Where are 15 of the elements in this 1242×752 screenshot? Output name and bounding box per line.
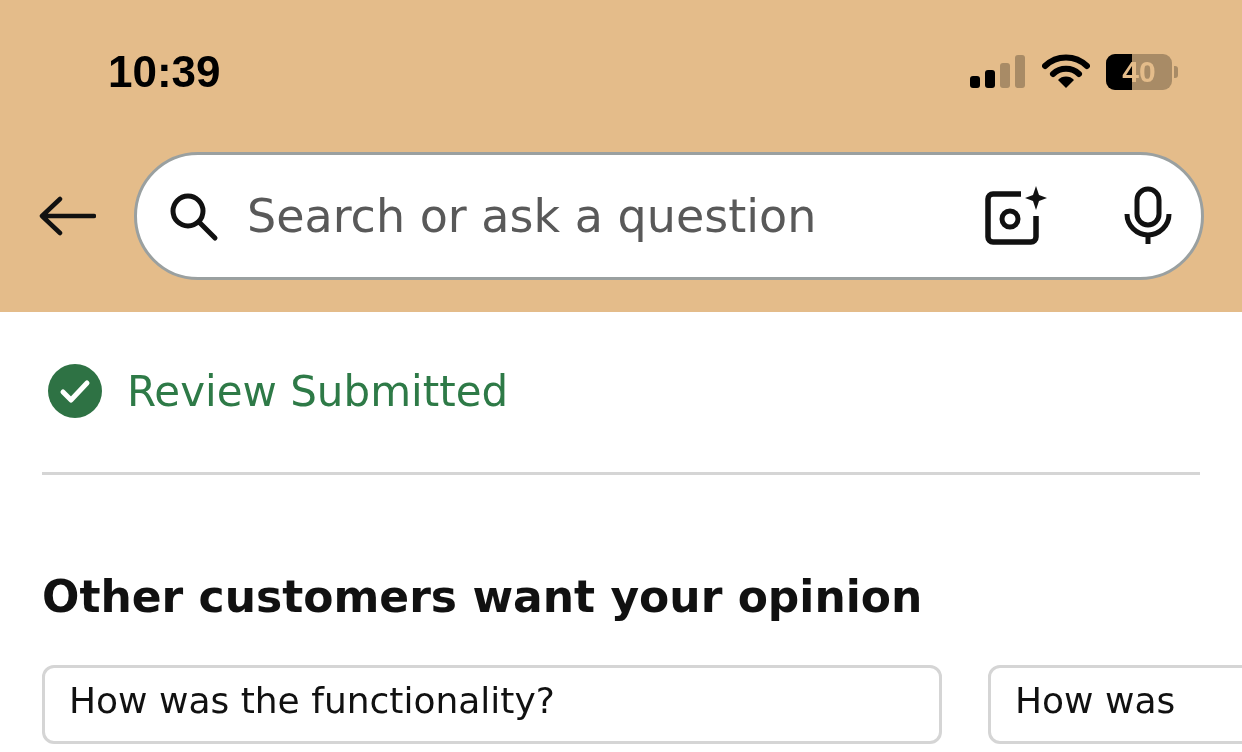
signal-icon [970, 54, 1026, 90]
section-heading: Other customers want your opinion [42, 570, 924, 624]
check-circle-icon [47, 363, 103, 419]
back-arrow-icon[interactable] [38, 196, 96, 236]
search-field[interactable]: Search or ask a question [134, 152, 1204, 280]
question-text: How was the functionality? [69, 680, 555, 721]
question-card[interactable]: How was the functionality? [42, 665, 942, 744]
question-card[interactable]: How was [988, 665, 1242, 744]
microphone-icon[interactable] [1123, 186, 1173, 246]
review-submitted-message: Review Submitted [127, 366, 509, 416]
status-time: 10:39 [108, 47, 221, 97]
search-input[interactable]: Search or ask a question [245, 188, 957, 244]
camera-icon[interactable] [983, 186, 1047, 246]
question-text: How was [1015, 680, 1176, 721]
wifi-icon [1042, 54, 1090, 90]
